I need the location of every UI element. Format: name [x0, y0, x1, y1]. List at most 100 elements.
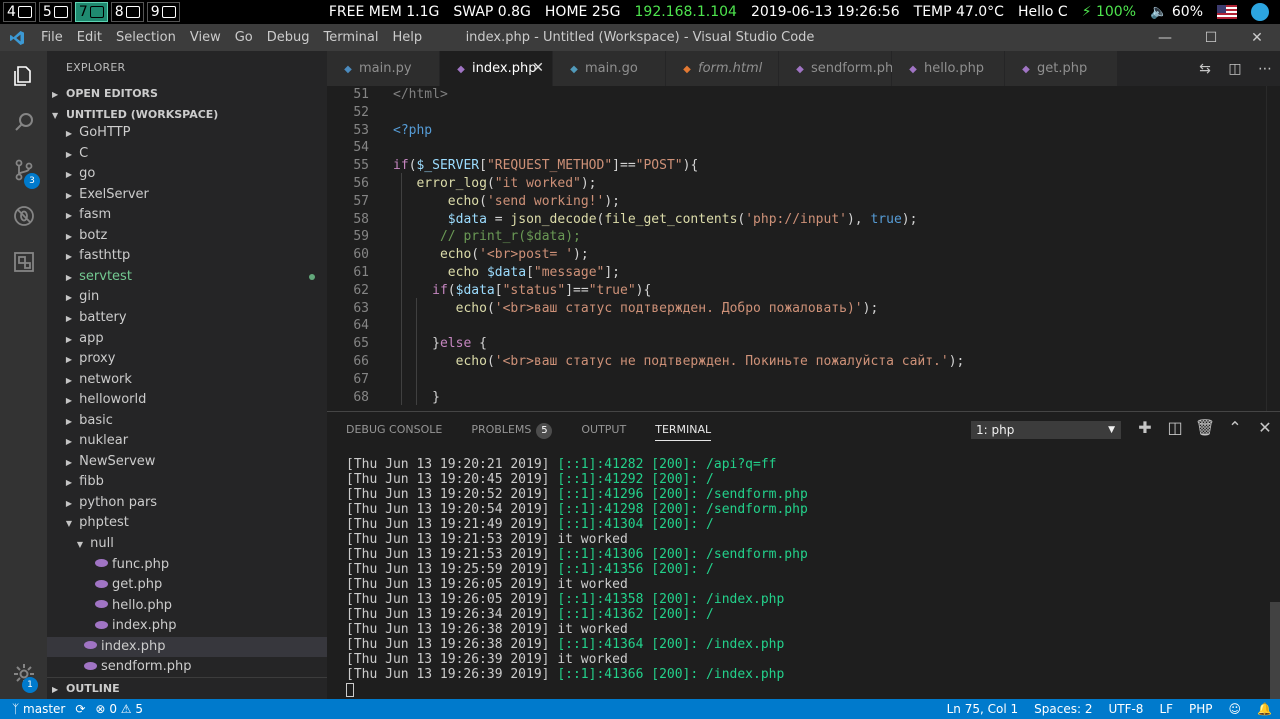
outline-section[interactable]: ▶ OUTLINE	[47, 677, 327, 699]
line-number: 57	[353, 193, 369, 209]
menu-selection[interactable]: Selection	[109, 30, 183, 45]
folder-item[interactable]: ▶ ExelServer	[47, 185, 327, 206]
cursor-position[interactable]: Ln 75, Col 1	[939, 702, 1027, 716]
new-terminal-icon[interactable]: ✚	[1130, 418, 1160, 437]
split-editor-icon[interactable]: ◫	[1220, 61, 1250, 77]
language-mode[interactable]: PHP	[1181, 702, 1221, 716]
file-item[interactable]: index.php	[47, 636, 327, 658]
search-icon[interactable]	[0, 99, 47, 145]
folder-item[interactable]: ▶ python pars	[47, 493, 327, 514]
close-panel-icon[interactable]: ✕	[1250, 418, 1280, 437]
panel-tab-output[interactable]: OUTPUT	[571, 412, 636, 447]
terminal-scrollbar[interactable]	[1270, 602, 1280, 699]
folder-item[interactable]: ▶ gin	[47, 287, 327, 308]
folder-item[interactable]: ▶ GoHTTP	[47, 123, 327, 144]
folder-item[interactable]: ▼ phptest	[47, 513, 327, 534]
extensions-icon[interactable]	[0, 239, 47, 285]
telegram-icon[interactable]	[1244, 3, 1280, 21]
workspace-7[interactable]: 7	[74, 2, 108, 22]
chevron-right-icon: ▶	[65, 272, 73, 282]
folder-item[interactable]: ▶ battery	[47, 308, 327, 329]
folder-item[interactable]: ▶ helloworld	[47, 390, 327, 411]
panel-tab-problems[interactable]: PROBLEMS 5	[461, 412, 562, 447]
file-item[interactable]: index.php	[47, 616, 327, 637]
menu-edit[interactable]: Edit	[70, 30, 109, 45]
debug-icon[interactable]	[0, 193, 47, 239]
workspace-8[interactable]: 8	[110, 2, 144, 22]
terminal-prompt[interactable]	[346, 682, 808, 697]
notifications-icon[interactable]: 🔔	[1249, 702, 1280, 716]
open-editors-section[interactable]: ▶ OPEN EDITORS	[47, 83, 327, 105]
folder-item[interactable]: ▶ nuklear	[47, 431, 327, 452]
code-token: // print_r($data);	[439, 229, 581, 245]
folder-item[interactable]: ▶ fasthttp	[47, 246, 327, 267]
folder-item[interactable]: ▶ proxy	[47, 349, 327, 370]
explorer-icon[interactable]	[0, 53, 47, 99]
problems-status[interactable]: ⊗ 0 ⚠ 5	[95, 702, 143, 716]
workspace-4[interactable]: 4	[3, 2, 36, 22]
branch-status[interactable]: ᛉ master	[12, 702, 65, 716]
workspace-5[interactable]: 5	[38, 2, 72, 22]
menu-view[interactable]: View	[183, 30, 228, 45]
maximize-panel-icon[interactable]: ⌃	[1220, 418, 1250, 437]
close-tab-icon[interactable]: ✕	[532, 51, 544, 86]
workspace-9[interactable]: 9	[146, 2, 180, 22]
warning-count: 5	[135, 702, 144, 716]
source-control-icon[interactable]: 3	[0, 147, 47, 193]
scm-badge: 3	[24, 173, 40, 189]
file-item[interactable]: get.php	[47, 575, 327, 596]
folder-item[interactable]: ▶ servtest	[47, 267, 327, 288]
file-item[interactable]: sendform.php	[47, 657, 327, 678]
maximize-icon[interactable]: ☐	[1188, 24, 1234, 51]
minimize-icon[interactable]: —	[1142, 24, 1188, 51]
menu-go[interactable]: Go	[228, 30, 260, 45]
swap: SWAP 0.8G	[453, 4, 531, 20]
volume[interactable]: 🔈 60%	[1143, 4, 1210, 20]
settings-gear-icon[interactable]: 1	[0, 651, 47, 697]
code-token: "it worked"	[494, 176, 581, 191]
code-editor[interactable]: 51 </html> 52 53 <?php 54 55 if($_SERVER["REQUE…	[327, 86, 1280, 411]
sync-icon[interactable]: ⟳	[75, 702, 85, 716]
folder-item[interactable]: ▶ go	[47, 164, 327, 185]
folder-item[interactable]: ▶ C	[47, 144, 327, 165]
more-actions-icon[interactable]: ⋯	[1250, 61, 1280, 77]
folder-item[interactable]: ▶ basic	[47, 411, 327, 432]
indentation[interactable]: Spaces: 2	[1026, 702, 1100, 716]
kill-terminal-icon[interactable]: 🗑	[1190, 418, 1220, 437]
folder-item[interactable]: ▼ null	[47, 534, 327, 555]
html-icon: ◆	[683, 64, 691, 75]
editor-scrollbar[interactable]	[1266, 86, 1280, 411]
folder-item[interactable]: ▶ NewServew	[47, 452, 327, 473]
folder-item[interactable]: ▶ botz	[47, 226, 327, 247]
tab-sendform-php[interactable]: ◆ sendform.php	[779, 51, 901, 86]
folder-item[interactable]: ▶ network	[47, 370, 327, 391]
folder-item[interactable]: ▶ fasm	[47, 205, 327, 226]
open-changes-icon[interactable]: ⇆	[1190, 61, 1220, 77]
feedback-icon[interactable]: ☺	[1221, 702, 1250, 716]
panel-tab-terminal[interactable]: TERMINAL	[645, 412, 721, 447]
menu-file[interactable]: File	[34, 30, 70, 45]
line-ending[interactable]: LF	[1151, 702, 1181, 716]
keyboard-layout-flag-icon[interactable]	[1210, 4, 1244, 20]
folder-item[interactable]: ▶ fibb	[47, 472, 327, 493]
tab-index-php[interactable]: ◆ index.php ✕	[440, 51, 553, 86]
menu-terminal[interactable]: Terminal	[317, 30, 386, 45]
terminal-output[interactable]: [Thu Jun 13 19:20:21 2019] [::1]:41282 […	[346, 457, 808, 697]
encoding[interactable]: UTF-8	[1100, 702, 1151, 716]
terminal-selector[interactable]: 1: php ▼	[971, 421, 1121, 439]
tab-form-html[interactable]: ◆ form.html	[666, 51, 779, 86]
split-terminal-icon[interactable]: ◫	[1160, 418, 1190, 437]
tab-hello-php[interactable]: ◆ hello.php	[892, 51, 1005, 86]
menu-help[interactable]: Help	[385, 30, 429, 45]
branch-label: master	[23, 702, 66, 716]
panel-tab-debug-console[interactable]: DEBUG CONSOLE	[336, 412, 452, 447]
folder-item[interactable]: ▶ app	[47, 329, 327, 350]
file-item[interactable]: func.php	[47, 555, 327, 576]
close-window-icon[interactable]: ✕	[1234, 24, 1280, 51]
tab-main-go[interactable]: ◆ main.go	[553, 51, 666, 86]
code-line: 55 if($_SERVER["REQUEST_METHOD"]=="POST")…	[327, 157, 1267, 175]
file-item[interactable]: hello.php	[47, 596, 327, 617]
tab-get-php[interactable]: ◆ get.php	[1005, 51, 1118, 86]
tab-main-py[interactable]: ◆ main.py	[327, 51, 440, 86]
menu-debug[interactable]: Debug	[260, 30, 317, 45]
